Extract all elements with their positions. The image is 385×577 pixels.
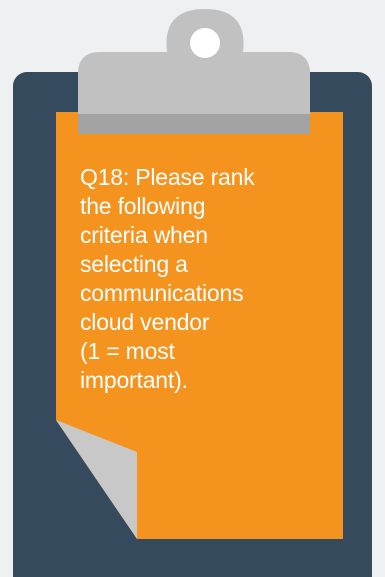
clip-hole — [190, 28, 220, 58]
survey-question-text: Q18: Please rank the following criteria … — [80, 164, 255, 393]
clip-base — [78, 114, 310, 134]
clipboard-graphic: Q18: Please rank the following criteria … — [0, 0, 385, 577]
